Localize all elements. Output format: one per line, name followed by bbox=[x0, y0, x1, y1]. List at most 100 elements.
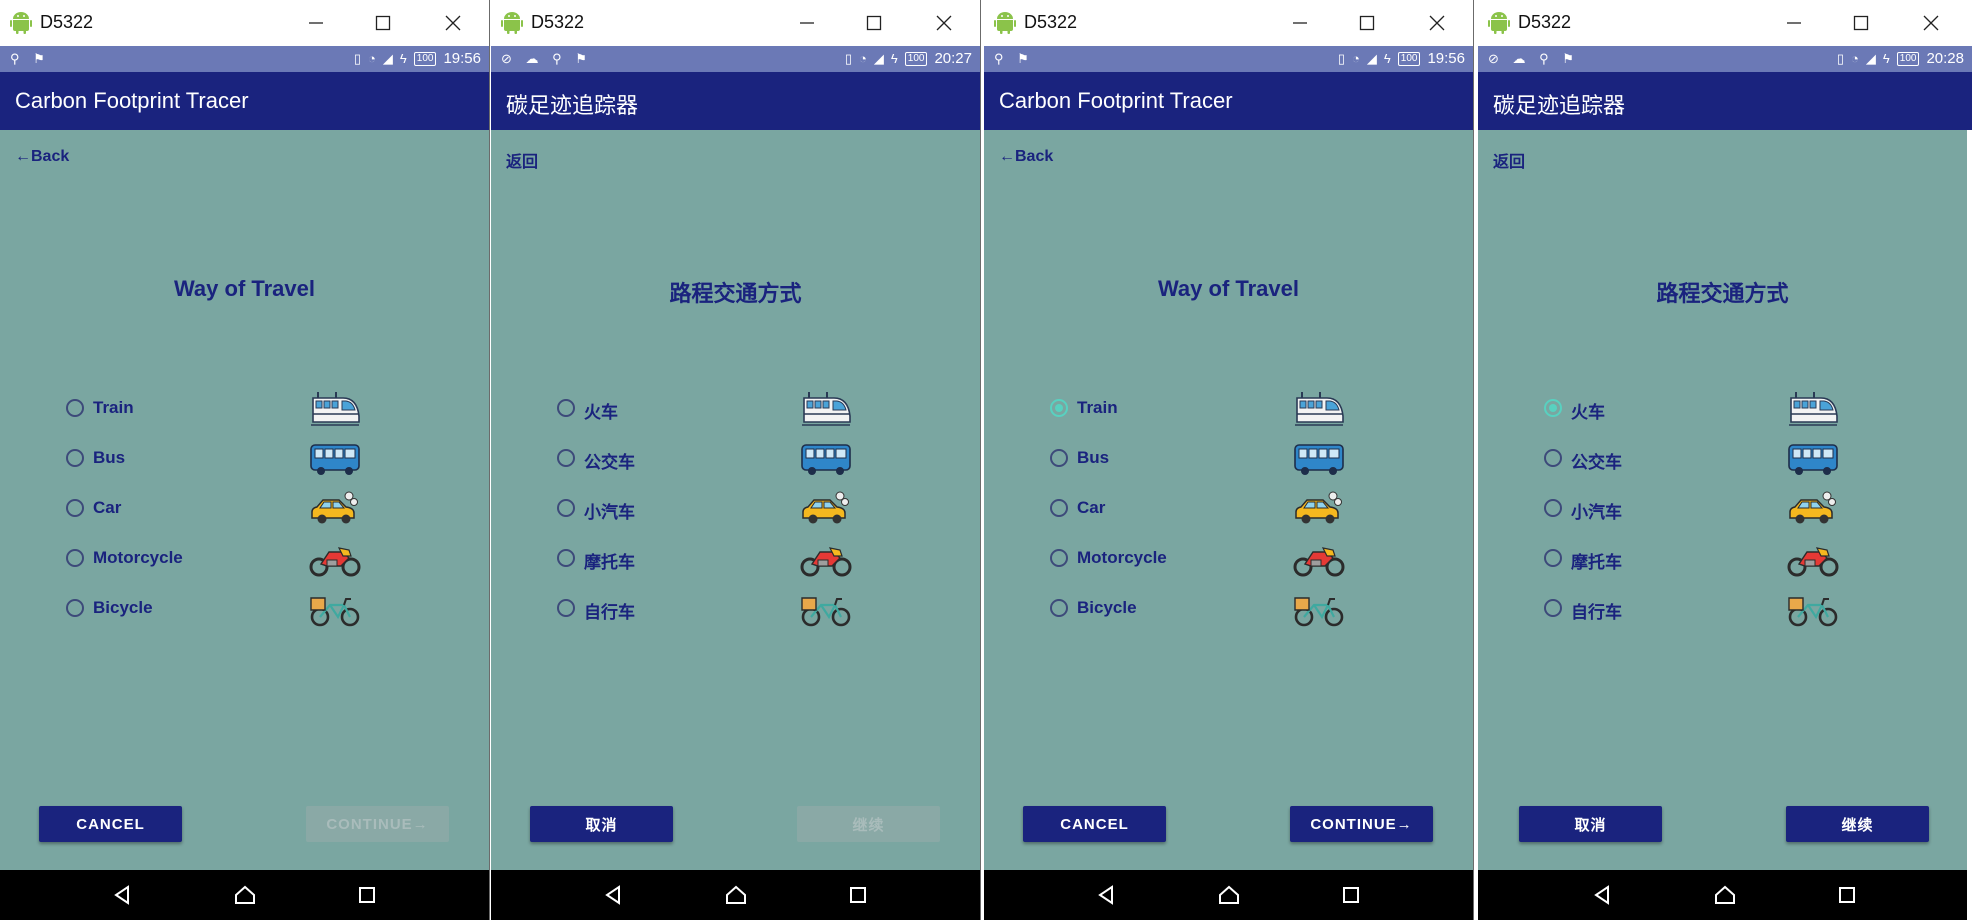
cancel-button[interactable]: CANCEL bbox=[39, 806, 182, 842]
cancel-button[interactable]: 取消 bbox=[530, 806, 673, 842]
radio-button[interactable] bbox=[1050, 549, 1068, 567]
option-bicycle[interactable]: 自行车 bbox=[557, 592, 897, 627]
home-icon bbox=[1715, 885, 1735, 904]
back-link[interactable]: 返回 bbox=[1493, 148, 1525, 172]
nav-recents-button[interactable] bbox=[1834, 883, 1860, 907]
radio-button[interactable] bbox=[1050, 599, 1068, 617]
high-speed-train-icon bbox=[1789, 392, 1838, 426]
radio-button[interactable] bbox=[557, 499, 575, 517]
option-bus[interactable]: Bus bbox=[1050, 442, 1390, 475]
nav-home-button[interactable] bbox=[232, 883, 258, 907]
window-title: D5322 bbox=[1024, 12, 1078, 32]
emulator-window: D5322 ⊘ ☁ ⚲ ⚑ ▯ ◔ ◢ ϟ 100 20:28 碳足迹追踪器 返… bbox=[1478, 0, 1972, 920]
minimize-button[interactable] bbox=[298, 6, 334, 40]
option-train[interactable]: 火车 bbox=[557, 392, 897, 426]
triangle-back-icon bbox=[1098, 885, 1113, 905]
radio-button[interactable] bbox=[66, 499, 84, 517]
nav-back-button[interactable] bbox=[1093, 883, 1119, 907]
option-motorcycle[interactable]: Motorcycle bbox=[1050, 542, 1390, 577]
nav-recents-button[interactable] bbox=[845, 883, 871, 907]
close-button[interactable] bbox=[1913, 6, 1949, 40]
page-heading: Way of Travel bbox=[1157, 276, 1299, 301]
cancel-button[interactable]: 取消 bbox=[1519, 806, 1662, 842]
app-bar: 碳足迹追踪器 bbox=[491, 72, 980, 130]
radio-button[interactable] bbox=[557, 549, 575, 567]
car-with-exhaust-icon bbox=[1789, 491, 1836, 524]
maximize-icon bbox=[1359, 15, 1375, 31]
window-titlebar: D5322 bbox=[984, 0, 1473, 46]
battery-icon: 100 bbox=[413, 51, 437, 66]
continue-button[interactable]: CONTINUE→ bbox=[306, 806, 449, 842]
back-link[interactable]: ←Back bbox=[15, 148, 69, 166]
option-bus[interactable]: Bus bbox=[66, 442, 406, 475]
window-titlebar: D5322 bbox=[491, 0, 980, 46]
radio-button[interactable] bbox=[66, 399, 84, 417]
radio-button[interactable] bbox=[1050, 399, 1068, 417]
maximize-button[interactable] bbox=[1349, 6, 1385, 40]
continue-button[interactable]: 继续 bbox=[797, 806, 940, 842]
option-bicycle[interactable]: Bicycle bbox=[66, 592, 406, 627]
continue-button[interactable]: CONTINUE→ bbox=[1290, 806, 1433, 842]
status-bar: ⚲ ⚑ ▯ ◔ ◢ ϟ 100 19:56 bbox=[0, 46, 489, 72]
option-bus[interactable]: 公交车 bbox=[1544, 442, 1884, 475]
close-button[interactable] bbox=[926, 6, 962, 40]
triangle-back-icon bbox=[605, 885, 620, 905]
minimize-button[interactable] bbox=[1282, 6, 1318, 40]
nav-home-button[interactable] bbox=[723, 883, 749, 907]
option-train[interactable]: Train bbox=[66, 392, 406, 426]
nav-back-button[interactable] bbox=[1589, 883, 1615, 907]
close-button[interactable] bbox=[1419, 6, 1455, 40]
radio-button[interactable] bbox=[557, 399, 575, 417]
option-motorcycle[interactable]: 摩托车 bbox=[557, 542, 897, 577]
nav-home-button[interactable] bbox=[1216, 883, 1242, 907]
radio-button[interactable] bbox=[66, 599, 84, 617]
maximize-button[interactable] bbox=[365, 6, 401, 40]
app-title: 碳足迹追踪器 bbox=[506, 93, 639, 118]
nav-recents-button[interactable] bbox=[1338, 883, 1364, 907]
back-link[interactable]: 返回 bbox=[506, 148, 538, 172]
radio-button[interactable] bbox=[66, 549, 84, 567]
bicycle-with-basket-icon bbox=[801, 597, 851, 627]
continue-button[interactable]: 继续 bbox=[1786, 806, 1929, 842]
option-bus[interactable]: 公交车 bbox=[557, 442, 897, 475]
minimize-button[interactable] bbox=[1776, 6, 1812, 40]
option-car[interactable]: Car bbox=[1050, 491, 1390, 524]
option-car[interactable]: 小汽车 bbox=[1544, 491, 1884, 524]
maximize-button[interactable] bbox=[856, 6, 892, 40]
home-icon bbox=[235, 885, 255, 904]
option-train[interactable]: 火车 bbox=[1544, 392, 1884, 426]
nav-back-button[interactable] bbox=[600, 883, 626, 907]
option-motorcycle[interactable]: Motorcycle bbox=[66, 542, 406, 577]
radio-button[interactable] bbox=[66, 449, 84, 467]
nav-back-button[interactable] bbox=[109, 883, 135, 907]
option-bicycle[interactable]: 自行车 bbox=[1544, 592, 1884, 627]
radio-button[interactable] bbox=[557, 599, 575, 617]
back-link[interactable]: ←Back bbox=[999, 148, 1053, 166]
maximize-button[interactable] bbox=[1843, 6, 1879, 40]
maximize-icon bbox=[866, 15, 882, 31]
status-time: 20:27 bbox=[934, 50, 972, 67]
charging-icon: ϟ bbox=[1383, 51, 1391, 66]
option-motorcycle[interactable]: 摩托车 bbox=[1544, 542, 1884, 577]
radio-button[interactable] bbox=[1050, 499, 1068, 517]
radio-button[interactable] bbox=[557, 449, 575, 467]
emulator-window: D5322 ⚲ ⚑ ▯ ◔ ◢ ϟ 100 19:56 Carbon Footp… bbox=[984, 0, 1474, 920]
radio-button[interactable] bbox=[1544, 399, 1562, 417]
nav-recents-button[interactable] bbox=[354, 883, 380, 907]
status-time: 20:28 bbox=[1926, 50, 1964, 67]
option-car[interactable]: 小汽车 bbox=[557, 491, 897, 524]
cancel-button[interactable]: CANCEL bbox=[1023, 806, 1166, 842]
radio-button[interactable] bbox=[1050, 449, 1068, 467]
option-train[interactable]: Train bbox=[1050, 392, 1390, 426]
option-label: 公交车 bbox=[1571, 453, 1622, 472]
option-bicycle[interactable]: Bicycle bbox=[1050, 592, 1390, 627]
minimize-button[interactable] bbox=[789, 6, 825, 40]
close-button[interactable] bbox=[435, 6, 471, 40]
radio-button[interactable] bbox=[1544, 449, 1562, 467]
radio-button[interactable] bbox=[1544, 599, 1562, 617]
nav-home-button[interactable] bbox=[1712, 883, 1738, 907]
radio-button[interactable] bbox=[1544, 499, 1562, 517]
option-car[interactable]: Car bbox=[66, 491, 406, 524]
radio-button[interactable] bbox=[1544, 549, 1562, 567]
minimize-icon bbox=[1293, 22, 1307, 24]
